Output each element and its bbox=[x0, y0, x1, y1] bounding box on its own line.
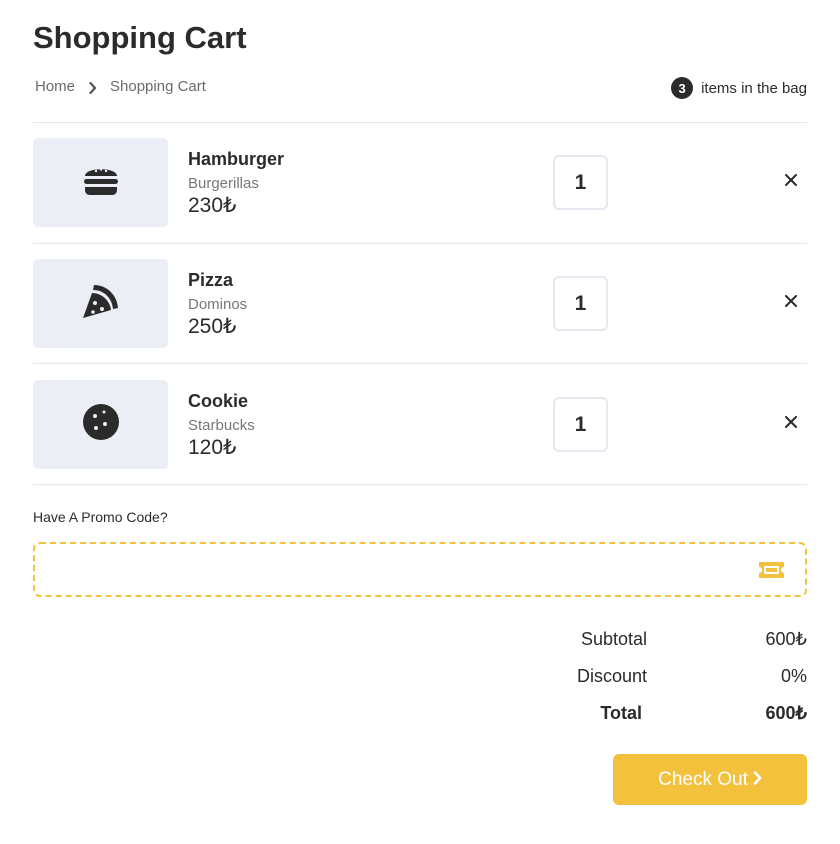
total-label: Total bbox=[600, 703, 642, 723]
item-thumbnail bbox=[33, 380, 168, 469]
bag-info: 3 items in the bag bbox=[671, 77, 807, 99]
total-row: Total 600₺ bbox=[500, 703, 807, 727]
cart-item-cookie: Cookie Starbucks 120₺ bbox=[33, 380, 807, 470]
hamburger-icon bbox=[83, 163, 119, 202]
breadcrumb: Home Shopping Cart bbox=[35, 78, 206, 95]
promo-label: Have A Promo Code? bbox=[33, 509, 168, 525]
promo-code-input[interactable] bbox=[45, 552, 735, 588]
remove-item-button[interactable] bbox=[783, 295, 799, 311]
promo-code-field bbox=[33, 542, 807, 597]
item-brand: Starbucks bbox=[188, 417, 255, 434]
subtotal-row: Subtotal 600₺ bbox=[500, 629, 807, 653]
item-thumbnail bbox=[33, 138, 168, 227]
cart-item-pizza: Pizza Dominos 250₺ bbox=[33, 259, 807, 349]
close-icon bbox=[785, 173, 797, 191]
divider bbox=[33, 363, 807, 364]
cookie-icon bbox=[82, 403, 120, 446]
breadcrumb-current: Shopping Cart bbox=[110, 78, 206, 95]
discount-label: Discount bbox=[576, 666, 647, 686]
quantity-input[interactable] bbox=[553, 276, 608, 331]
item-brand: Burgerillas bbox=[188, 175, 259, 192]
item-thumbnail bbox=[33, 259, 168, 348]
item-price: 230₺ bbox=[188, 194, 237, 217]
close-icon bbox=[785, 294, 797, 312]
item-price: 250₺ bbox=[188, 315, 237, 338]
pizza-slice-icon bbox=[81, 281, 121, 326]
checkout-label: Check Out bbox=[658, 768, 748, 790]
divider bbox=[33, 122, 807, 123]
checkout-button[interactable]: Check Out bbox=[613, 754, 807, 805]
divider bbox=[33, 484, 807, 485]
remove-item-button[interactable] bbox=[783, 174, 799, 190]
quantity-input[interactable] bbox=[553, 397, 608, 452]
discount-value: 0% bbox=[780, 666, 807, 686]
cart-item-hamburger: Hamburger Burgerillas 230₺ bbox=[33, 138, 807, 228]
chevron-right-icon bbox=[753, 769, 762, 791]
quantity-input[interactable] bbox=[553, 155, 608, 210]
close-icon bbox=[785, 415, 797, 433]
bag-label: items in the bag bbox=[701, 79, 807, 97]
total-value: 600₺ bbox=[765, 703, 807, 723]
item-name: Cookie bbox=[188, 391, 249, 411]
discount-row: Discount 0% bbox=[500, 666, 807, 690]
bag-count-badge: 3 bbox=[671, 77, 694, 99]
remove-item-button[interactable] bbox=[783, 416, 799, 432]
divider bbox=[33, 243, 807, 244]
item-brand: Dominos bbox=[188, 296, 248, 313]
subtotal-value: 600₺ bbox=[765, 629, 807, 649]
item-name: Hamburger bbox=[188, 149, 285, 169]
chevron-right-icon bbox=[89, 81, 97, 94]
breadcrumb-home-link[interactable]: Home bbox=[35, 78, 75, 95]
page-title: Shopping Cart bbox=[33, 20, 247, 55]
ticket-icon bbox=[758, 561, 785, 584]
subtotal-label: Subtotal bbox=[580, 629, 647, 649]
item-price: 120₺ bbox=[188, 436, 237, 459]
item-name: Pizza bbox=[188, 270, 234, 290]
